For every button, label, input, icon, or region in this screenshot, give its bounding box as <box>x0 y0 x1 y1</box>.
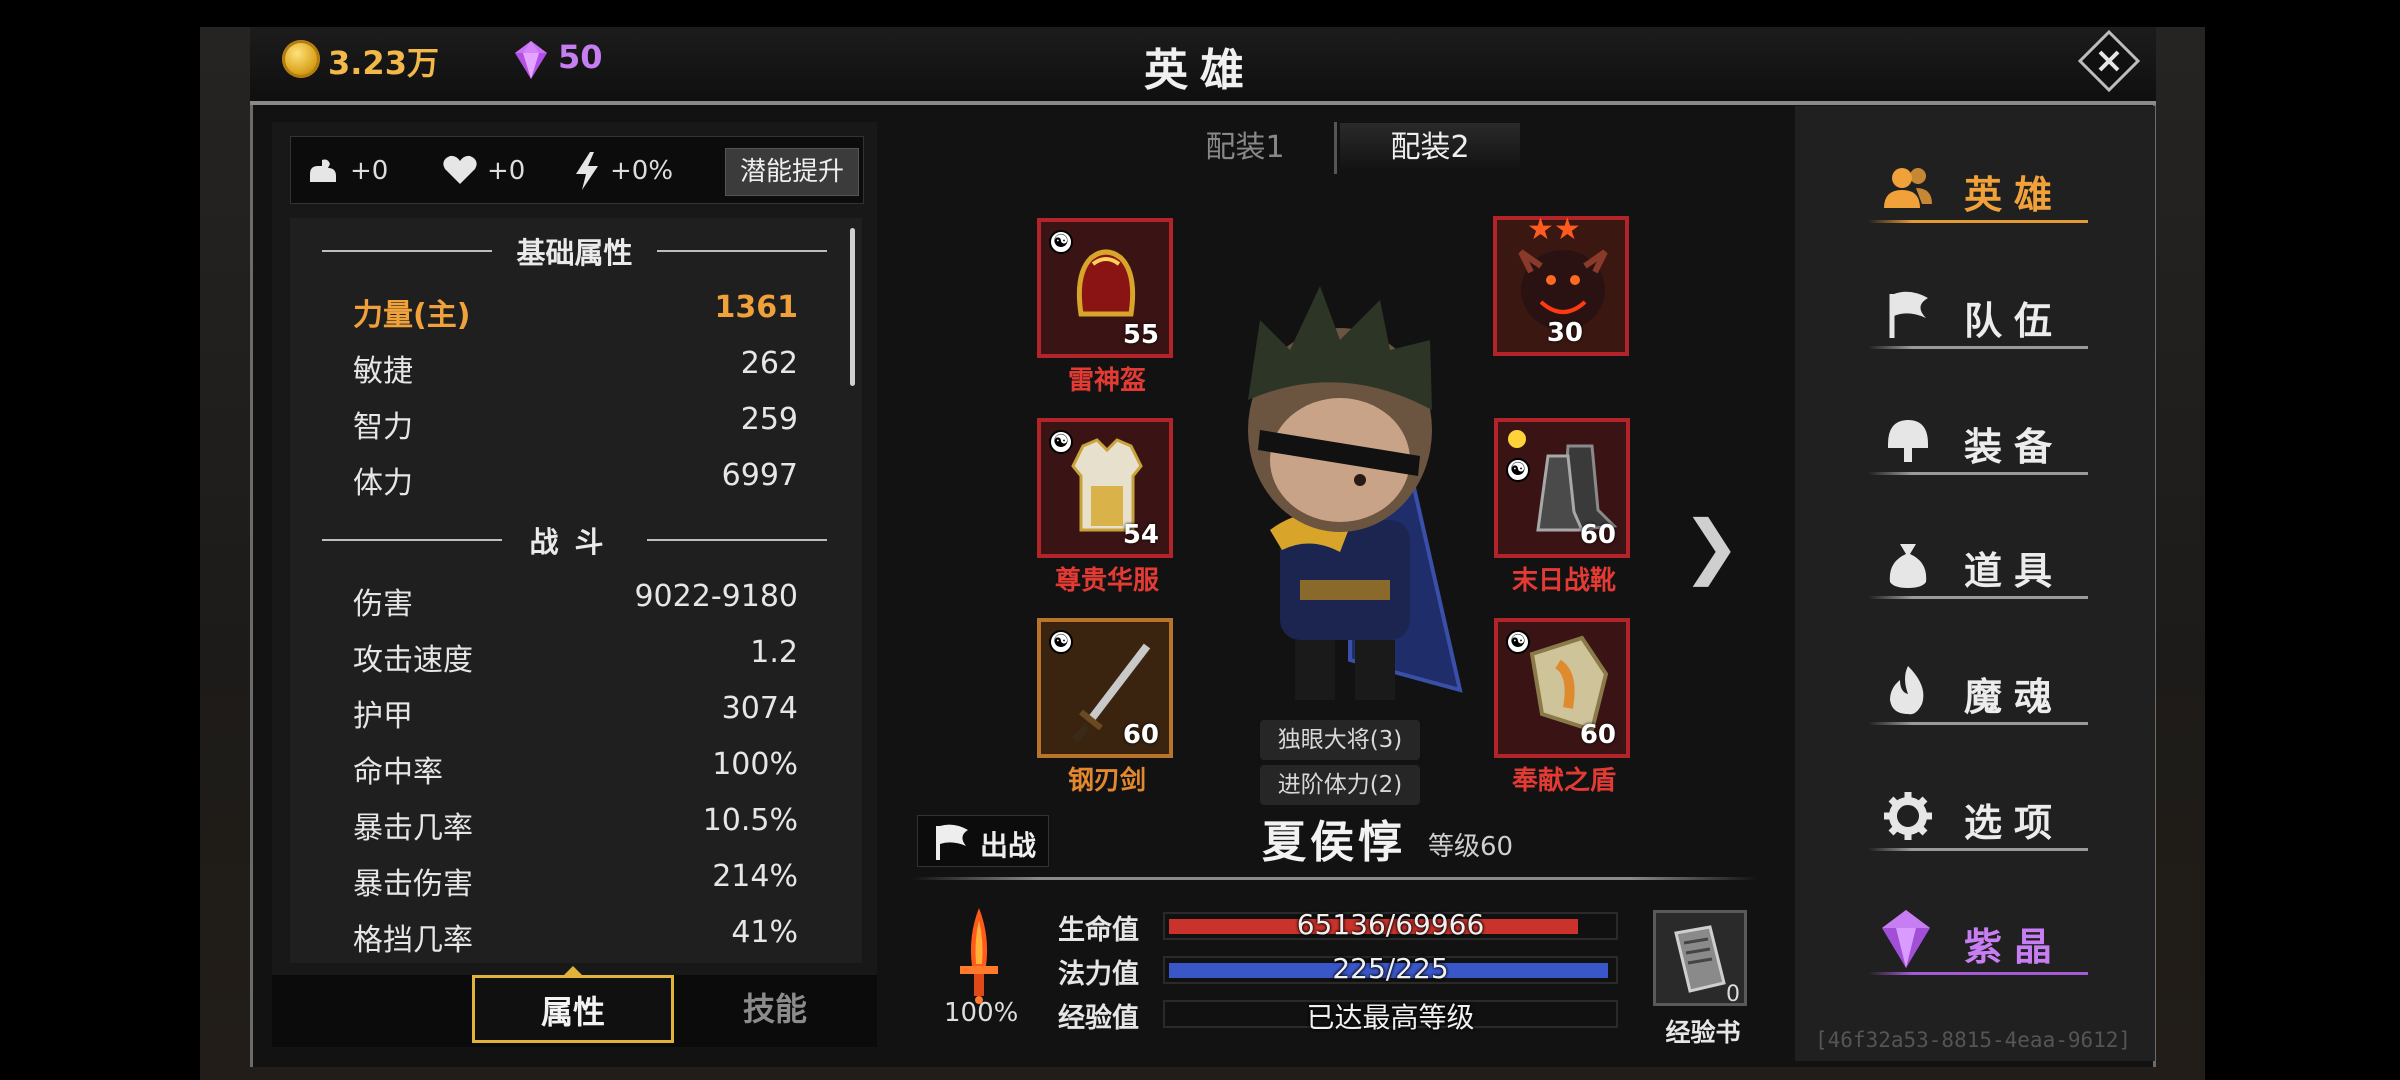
hero-character-portrait[interactable] <box>1200 280 1490 720</box>
exp-label: 经验值 <box>1058 1003 1139 1034</box>
flaming-sword-icon <box>960 908 998 1004</box>
item-name-armor: 尊贵华服 <box>1054 566 1159 596</box>
exp-bar: 已达最高等级 <box>1163 1000 1618 1034</box>
mp-label: 法力值 <box>1058 959 1139 990</box>
heart-icon <box>443 155 477 184</box>
gem-amount: 50 <box>558 38 603 76</box>
tab-skills[interactable]: 技能 <box>680 975 870 1043</box>
mp-value: 225/225 <box>1332 952 1449 985</box>
tab-attributes[interactable]: 属性 <box>472 975 674 1043</box>
helmet-icon <box>1888 420 1928 462</box>
stat-row-crit-damage: 暴击伤害 214% <box>353 859 798 902</box>
item-name-helmet: 雷神盔 <box>1067 366 1146 396</box>
nav-options[interactable]: 选项 <box>1848 782 2088 852</box>
stat-row-attack-speed: 攻击速度 1.2 <box>353 635 798 678</box>
hero-level: 等级60 <box>1428 832 1514 862</box>
divider <box>912 877 1757 880</box>
potential-upgrade-button[interactable]: 潜能提升 <box>725 148 859 196</box>
helmet-item-icon <box>1076 249 1136 317</box>
page-title: 英雄 <box>1144 45 1256 96</box>
gold-amount: 3.23万 <box>328 44 439 82</box>
hero-icon <box>1884 168 1932 208</box>
nav-amethyst[interactable]: 紫晶 <box>1848 906 2088 976</box>
equipment-slot-armor[interactable]: ☯ 54 <box>1037 418 1173 558</box>
nav-hero[interactable]: 英雄 <box>1848 154 2088 224</box>
yin-yang-icon: ☯ <box>1049 230 1073 254</box>
equipment-slot-summon[interactable]: ★★ 30 <box>1493 212 1629 356</box>
mp-bar: 225/225 <box>1163 952 1618 985</box>
set-bonus-1: 独眼大将(3) <box>1260 720 1420 760</box>
hp-bar: 65136/69966 <box>1163 908 1618 941</box>
nav-team[interactable]: 队伍 <box>1848 280 2088 350</box>
crystal-icon <box>1882 910 1930 968</box>
stat-row-damage: 伤害 9022-9180 <box>353 579 798 622</box>
stat-row-hit-rate: 命中率 100% <box>353 747 798 790</box>
exp-book-label: 经验书 <box>1665 1018 1741 1047</box>
gold-coin-icon <box>282 40 320 78</box>
exp-value: 已达最高等级 <box>1306 1001 1475 1034</box>
nav-soul[interactable]: 魔魂 <box>1848 656 2088 726</box>
nav-items[interactable]: 道具 <box>1848 530 2088 600</box>
item-level: 60 <box>1579 720 1616 750</box>
equipment-slot-helmet[interactable]: ☯ 55 <box>1037 218 1173 358</box>
stat-row-agility: 敏捷 262 <box>353 346 798 389</box>
gear-icon <box>1884 792 1932 840</box>
item-name-weapon: 钢刃剑 <box>1067 766 1146 796</box>
item-level: 60 <box>1122 720 1159 750</box>
next-chevron-icon[interactable]: ❯ <box>1682 505 1741 587</box>
health-bonus: +0 <box>487 156 526 186</box>
flag-icon <box>936 824 968 860</box>
equipment-slot-boots[interactable]: ☯ 60 <box>1494 418 1630 558</box>
bag-icon <box>1889 544 1927 588</box>
hp-label: 生命值 <box>1058 915 1139 946</box>
exp-book-count: 0 <box>1726 982 1740 1007</box>
equipment-slot-weapon[interactable]: ☯ 60 <box>1037 618 1173 758</box>
deploy-label: 出战 <box>980 829 1037 862</box>
basic-attributes-title: 基础属性 <box>516 236 633 270</box>
strength-arm-icon <box>310 159 336 182</box>
set-bonus-2: 进阶体力(2) <box>1260 765 1420 805</box>
loadout-divider <box>1334 122 1337 174</box>
strength-bonus: +0 <box>350 156 389 186</box>
deploy-button[interactable]: 出战 <box>917 815 1049 867</box>
stat-row-block-chance: 格挡几率 41% <box>353 915 798 958</box>
tab-loadout-2[interactable]: 配装2 <box>1340 123 1520 173</box>
stat-row-armor: 护甲 3074 <box>353 691 798 734</box>
close-button[interactable] <box>2078 30 2140 92</box>
book-icon <box>1674 925 1726 993</box>
item-level: 55 <box>1122 320 1159 350</box>
stat-row-strength: 力量(主) 1361 <box>353 290 798 333</box>
tab-loadout-1[interactable]: 配装1 <box>1180 123 1310 173</box>
combat-header: 战斗 <box>322 519 827 559</box>
stat-row-crit-chance: 暴击几率 10.5% <box>353 803 798 846</box>
item-level: 60 <box>1579 520 1616 550</box>
flame-icon <box>1890 666 1924 715</box>
item-name-boots: 末日战靴 <box>1511 566 1616 596</box>
session-id: [46f32a53-8815-4eaa-9612] <box>1815 1028 2132 1052</box>
stats-scrollbar[interactable] <box>850 228 855 386</box>
hp-value: 65136/69966 <box>1296 908 1485 941</box>
sword-percent: 100% <box>944 998 1019 1028</box>
item-level: 54 <box>1122 520 1159 550</box>
stat-row-intelligence: 智力 259 <box>353 402 798 445</box>
energy-bonus: +0% <box>610 156 674 186</box>
flag-icon <box>1889 291 1928 338</box>
combat-title: 战斗 <box>529 525 620 559</box>
stat-row-stamina: 体力 6997 <box>353 458 798 501</box>
basic-attributes-header: 基础属性 <box>322 230 827 270</box>
gem-icon <box>515 41 547 79</box>
lightning-icon <box>576 152 598 190</box>
equipment-slot-shield[interactable]: ☯ 60 <box>1494 618 1630 758</box>
hero-name: 夏侯惇 <box>1262 817 1406 868</box>
item-name-shield: 奉献之盾 <box>1511 766 1616 796</box>
nav-equipment[interactable]: 装备 <box>1848 406 2088 476</box>
item-level: 30 <box>1546 318 1583 348</box>
